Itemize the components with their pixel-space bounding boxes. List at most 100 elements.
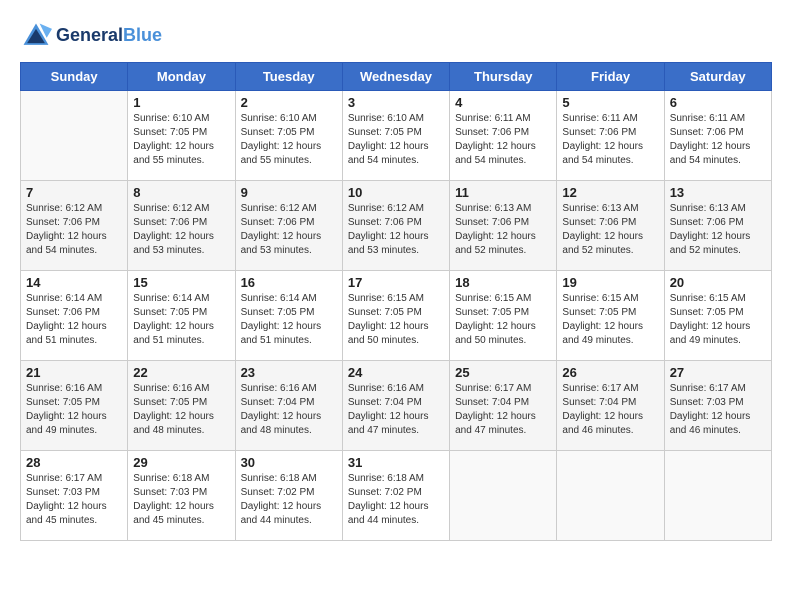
calendar-cell: 24 Sunrise: 6:16 AM Sunset: 7:04 PM Dayli… bbox=[342, 361, 449, 451]
day-number: 4 bbox=[455, 95, 551, 110]
day-number: 27 bbox=[670, 365, 766, 380]
day-info: Sunrise: 6:13 AM Sunset: 7:06 PM Dayligh… bbox=[670, 202, 766, 258]
day-number: 29 bbox=[133, 455, 229, 470]
day-number: 25 bbox=[455, 365, 551, 380]
day-number: 30 bbox=[241, 455, 337, 470]
day-info: Sunrise: 6:17 AM Sunset: 7:04 PM Dayligh… bbox=[562, 382, 658, 438]
calendar-table: SundayMondayTuesdayWednesdayThursdayFrid… bbox=[20, 62, 772, 541]
calendar-week-row: 28Sunrise: 6:17 AM Sunset: 7:03 PM Dayli… bbox=[21, 451, 772, 541]
day-number: 13 bbox=[670, 185, 766, 200]
logo-icon bbox=[20, 20, 52, 52]
header-monday: Monday bbox=[128, 63, 235, 91]
day-info: Sunrise: 6:13 AM Sunset: 7:06 PM Dayligh… bbox=[455, 202, 551, 258]
calendar-week-row: 14Sunrise: 6:14 AM Sunset: 7:06 PM Dayli… bbox=[21, 271, 772, 361]
calendar-cell bbox=[557, 451, 664, 541]
day-number: 11 bbox=[455, 185, 551, 200]
day-info: Sunrise: 6:18 AM Sunset: 7:02 PM Dayligh… bbox=[348, 472, 444, 528]
day-number: 16 bbox=[241, 275, 337, 290]
calendar-cell: 11 Sunrise: 6:13 AM Sunset: 7:06 PM Dayli… bbox=[450, 181, 557, 271]
calendar-cell: 5Sunrise: 6:11 AM Sunset: 7:06 PM Daylig… bbox=[557, 91, 664, 181]
day-number: 12 bbox=[562, 185, 658, 200]
day-number: 17 bbox=[348, 275, 444, 290]
day-info: Sunrise: 6:17 AM Sunset: 7:04 PM Dayligh… bbox=[455, 382, 551, 438]
day-info: Sunrise: 6:14 AM Sunset: 7:05 PM Dayligh… bbox=[133, 292, 229, 348]
day-info: Sunrise: 6:10 AM Sunset: 7:05 PM Dayligh… bbox=[348, 112, 444, 168]
calendar-cell bbox=[21, 91, 128, 181]
day-info: Sunrise: 6:15 AM Sunset: 7:05 PM Dayligh… bbox=[455, 292, 551, 348]
calendar-cell: 22Sunrise: 6:16 AM Sunset: 7:05 PM Dayli… bbox=[128, 361, 235, 451]
day-info: Sunrise: 6:17 AM Sunset: 7:03 PM Dayligh… bbox=[26, 472, 122, 528]
day-number: 9 bbox=[241, 185, 337, 200]
day-number: 24 bbox=[348, 365, 444, 380]
calendar-cell: 17 Sunrise: 6:15 AM Sunset: 7:05 PM Dayli… bbox=[342, 271, 449, 361]
day-number: 23 bbox=[241, 365, 337, 380]
day-number: 1 bbox=[133, 95, 229, 110]
calendar-cell: 9 Sunrise: 6:12 AM Sunset: 7:06 PM Daylig… bbox=[235, 181, 342, 271]
calendar-cell: 27 Sunrise: 6:17 AM Sunset: 7:03 PM Dayli… bbox=[664, 361, 771, 451]
day-info: Sunrise: 6:11 AM Sunset: 7:06 PM Dayligh… bbox=[670, 112, 766, 168]
header-sunday: Sunday bbox=[21, 63, 128, 91]
day-info: Sunrise: 6:11 AM Sunset: 7:06 PM Dayligh… bbox=[562, 112, 658, 168]
day-info: Sunrise: 6:13 AM Sunset: 7:06 PM Dayligh… bbox=[562, 202, 658, 258]
calendar-cell: 14Sunrise: 6:14 AM Sunset: 7:06 PM Dayli… bbox=[21, 271, 128, 361]
calendar-cell: 19 Sunrise: 6:15 AM Sunset: 7:05 PM Dayli… bbox=[557, 271, 664, 361]
calendar-cell: 8 Sunrise: 6:12 AM Sunset: 7:06 PM Daylig… bbox=[128, 181, 235, 271]
calendar-cell: 12 Sunrise: 6:13 AM Sunset: 7:06 PM Dayli… bbox=[557, 181, 664, 271]
day-info: Sunrise: 6:12 AM Sunset: 7:06 PM Dayligh… bbox=[133, 202, 229, 258]
calendar-cell: 1 Sunrise: 6:10 AM Sunset: 7:05 PM Daylig… bbox=[128, 91, 235, 181]
day-number: 8 bbox=[133, 185, 229, 200]
calendar-cell: 3Sunrise: 6:10 AM Sunset: 7:05 PM Daylig… bbox=[342, 91, 449, 181]
calendar-cell: 10 Sunrise: 6:12 AM Sunset: 7:06 PM Dayli… bbox=[342, 181, 449, 271]
calendar-cell: 18 Sunrise: 6:15 AM Sunset: 7:05 PM Dayli… bbox=[450, 271, 557, 361]
header-tuesday: Tuesday bbox=[235, 63, 342, 91]
calendar-cell bbox=[450, 451, 557, 541]
header-saturday: Saturday bbox=[664, 63, 771, 91]
calendar-cell: 28Sunrise: 6:17 AM Sunset: 7:03 PM Dayli… bbox=[21, 451, 128, 541]
day-number: 2 bbox=[241, 95, 337, 110]
day-info: Sunrise: 6:16 AM Sunset: 7:04 PM Dayligh… bbox=[241, 382, 337, 438]
calendar-cell: 21 Sunrise: 6:16 AM Sunset: 7:05 PM Dayli… bbox=[21, 361, 128, 451]
logo-text: GeneralBlue bbox=[56, 26, 162, 46]
day-info: Sunrise: 6:16 AM Sunset: 7:04 PM Dayligh… bbox=[348, 382, 444, 438]
calendar-cell: 20Sunrise: 6:15 AM Sunset: 7:05 PM Dayli… bbox=[664, 271, 771, 361]
day-info: Sunrise: 6:10 AM Sunset: 7:05 PM Dayligh… bbox=[133, 112, 229, 168]
calendar-cell bbox=[664, 451, 771, 541]
calendar-cell: 2Sunrise: 6:10 AM Sunset: 7:05 PM Daylig… bbox=[235, 91, 342, 181]
day-info: Sunrise: 6:18 AM Sunset: 7:02 PM Dayligh… bbox=[241, 472, 337, 528]
calendar-cell: 4 Sunrise: 6:11 AM Sunset: 7:06 PM Daylig… bbox=[450, 91, 557, 181]
calendar-cell: 25 Sunrise: 6:17 AM Sunset: 7:04 PM Dayli… bbox=[450, 361, 557, 451]
calendar-cell: 23 Sunrise: 6:16 AM Sunset: 7:04 PM Dayli… bbox=[235, 361, 342, 451]
day-info: Sunrise: 6:11 AM Sunset: 7:06 PM Dayligh… bbox=[455, 112, 551, 168]
day-number: 10 bbox=[348, 185, 444, 200]
day-info: Sunrise: 6:12 AM Sunset: 7:06 PM Dayligh… bbox=[348, 202, 444, 258]
calendar-header-row: SundayMondayTuesdayWednesdayThursdayFrid… bbox=[21, 63, 772, 91]
day-number: 26 bbox=[562, 365, 658, 380]
day-info: Sunrise: 6:14 AM Sunset: 7:05 PM Dayligh… bbox=[241, 292, 337, 348]
calendar-cell: 7Sunrise: 6:12 AM Sunset: 7:06 PM Daylig… bbox=[21, 181, 128, 271]
calendar-week-row: 21 Sunrise: 6:16 AM Sunset: 7:05 PM Dayli… bbox=[21, 361, 772, 451]
day-info: Sunrise: 6:16 AM Sunset: 7:05 PM Dayligh… bbox=[26, 382, 122, 438]
day-number: 19 bbox=[562, 275, 658, 290]
calendar-cell: 26 Sunrise: 6:17 AM Sunset: 7:04 PM Dayli… bbox=[557, 361, 664, 451]
day-info: Sunrise: 6:17 AM Sunset: 7:03 PM Dayligh… bbox=[670, 382, 766, 438]
day-info: Sunrise: 6:14 AM Sunset: 7:06 PM Dayligh… bbox=[26, 292, 122, 348]
calendar-cell: 31Sunrise: 6:18 AM Sunset: 7:02 PM Dayli… bbox=[342, 451, 449, 541]
calendar-cell: 13 Sunrise: 6:13 AM Sunset: 7:06 PM Dayli… bbox=[664, 181, 771, 271]
day-info: Sunrise: 6:16 AM Sunset: 7:05 PM Dayligh… bbox=[133, 382, 229, 438]
calendar-cell: 6Sunrise: 6:11 AM Sunset: 7:06 PM Daylig… bbox=[664, 91, 771, 181]
calendar-cell: 16 Sunrise: 6:14 AM Sunset: 7:05 PM Dayli… bbox=[235, 271, 342, 361]
day-info: Sunrise: 6:12 AM Sunset: 7:06 PM Dayligh… bbox=[241, 202, 337, 258]
day-info: Sunrise: 6:15 AM Sunset: 7:05 PM Dayligh… bbox=[348, 292, 444, 348]
logo: GeneralBlue bbox=[20, 20, 162, 52]
header-friday: Friday bbox=[557, 63, 664, 91]
header-wednesday: Wednesday bbox=[342, 63, 449, 91]
calendar-cell: 15 Sunrise: 6:14 AM Sunset: 7:05 PM Dayli… bbox=[128, 271, 235, 361]
day-number: 21 bbox=[26, 365, 122, 380]
calendar-cell: 30 Sunrise: 6:18 AM Sunset: 7:02 PM Dayli… bbox=[235, 451, 342, 541]
day-number: 15 bbox=[133, 275, 229, 290]
day-info: Sunrise: 6:12 AM Sunset: 7:06 PM Dayligh… bbox=[26, 202, 122, 258]
day-number: 18 bbox=[455, 275, 551, 290]
calendar-week-row: 7Sunrise: 6:12 AM Sunset: 7:06 PM Daylig… bbox=[21, 181, 772, 271]
day-number: 20 bbox=[670, 275, 766, 290]
day-info: Sunrise: 6:15 AM Sunset: 7:05 PM Dayligh… bbox=[562, 292, 658, 348]
